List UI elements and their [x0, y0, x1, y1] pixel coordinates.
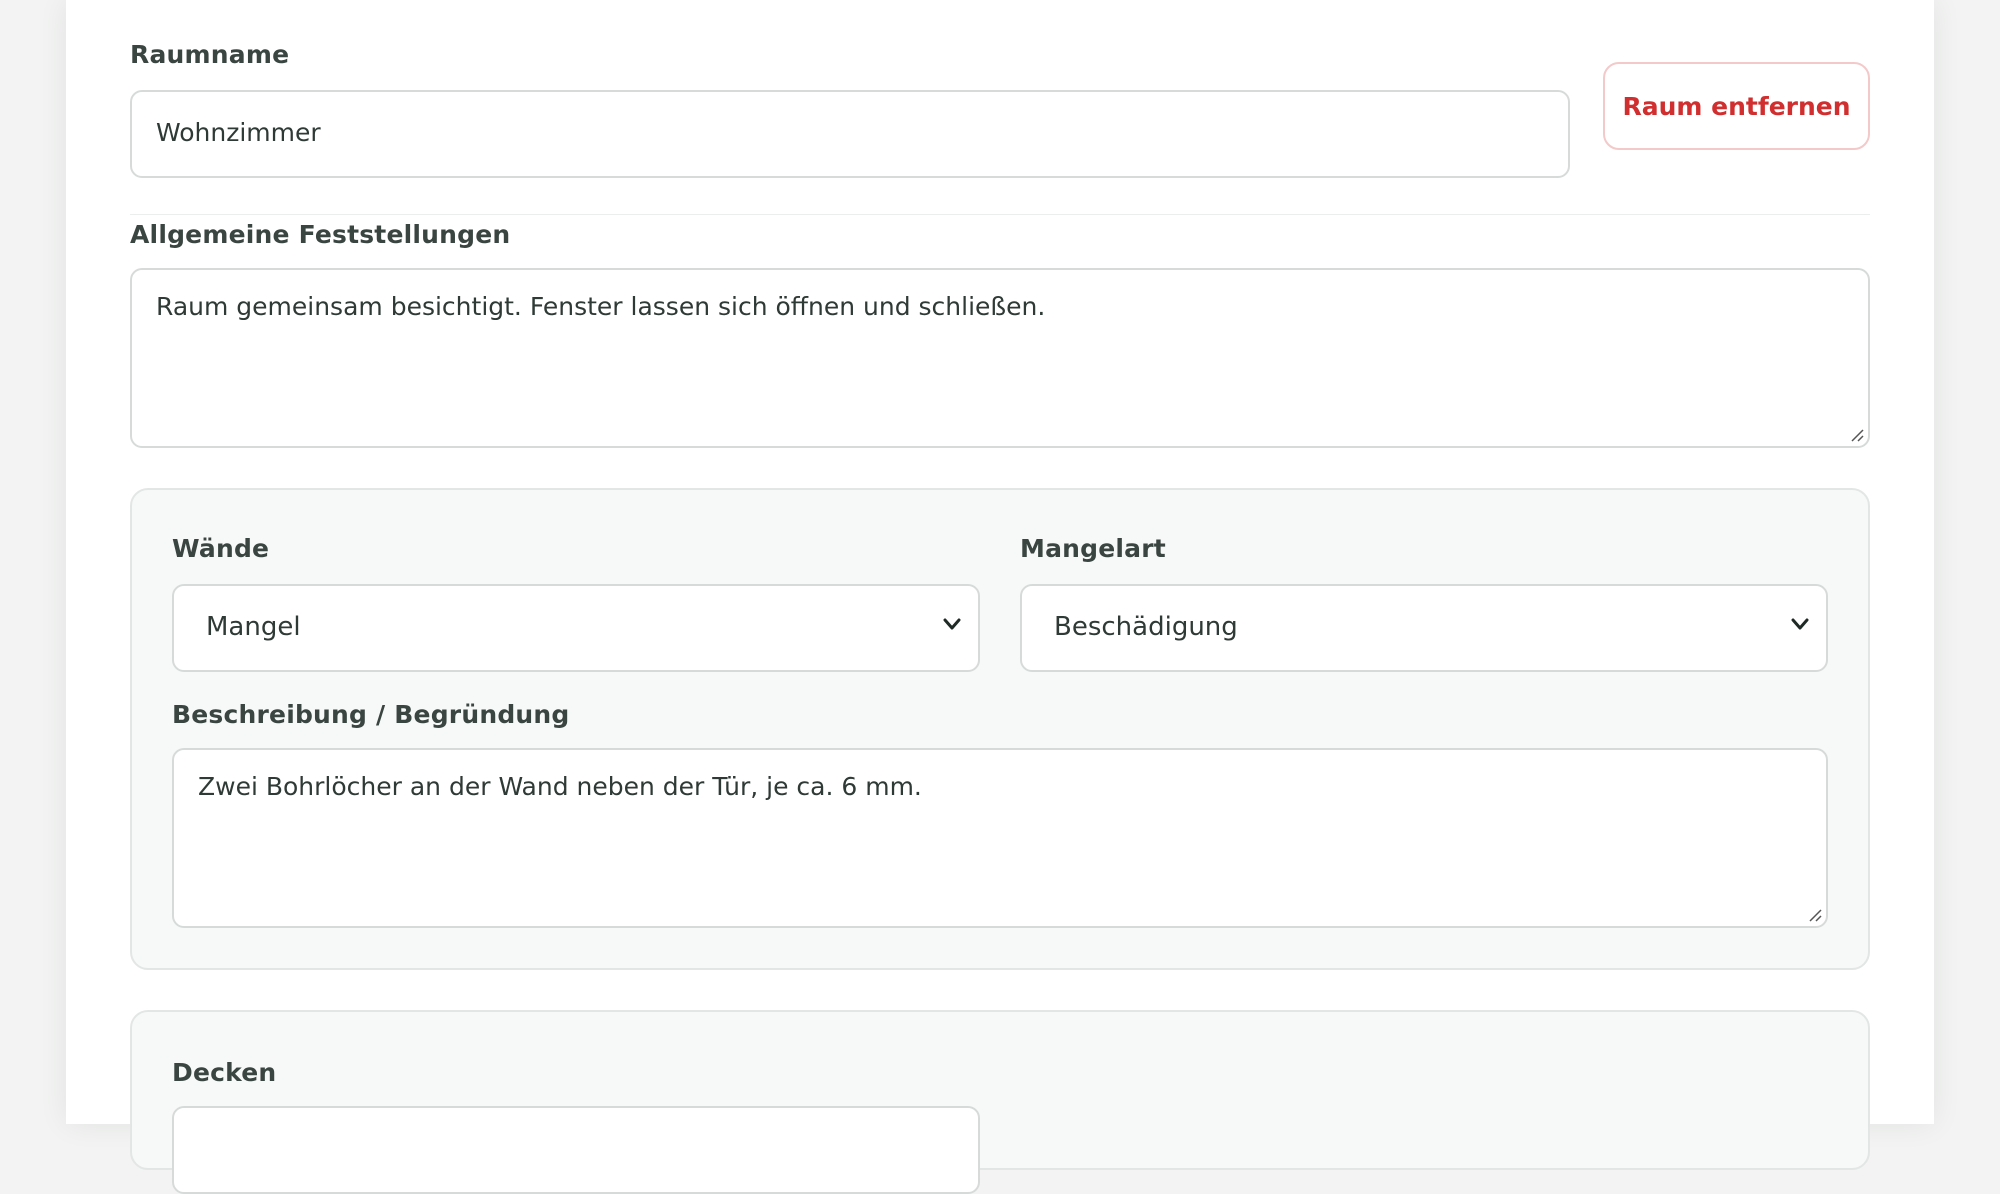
chevron-down-icon — [943, 618, 961, 630]
defect-type-value: Beschädigung — [1054, 612, 1238, 642]
general-findings-textarea[interactable]: Raum gemeinsam besichtigt. Fenster lasse… — [130, 268, 1870, 448]
walls-label: Wände — [172, 534, 270, 563]
general-findings-label: Allgemeine Feststellungen — [130, 220, 511, 249]
room-name-input[interactable]: Wohnzimmer — [130, 90, 1570, 178]
ceilings-label: Decken — [172, 1058, 277, 1087]
general-findings-value: Raum gemeinsam besichtigt. Fenster lasse… — [156, 292, 1046, 321]
room-name-value: Wohnzimmer — [156, 118, 321, 147]
chevron-down-icon — [1791, 618, 1809, 630]
walls-status-value: Mangel — [206, 612, 301, 642]
description-textarea[interactable]: Zwei Bohrlöcher an der Wand neben der Tü… — [172, 748, 1828, 928]
defect-type-label: Mangelart — [1020, 534, 1166, 563]
description-label: Beschreibung / Begründung — [172, 700, 570, 729]
walls-status-select[interactable]: Mangel — [172, 584, 980, 672]
description-value: Zwei Bohrlöcher an der Wand neben der Tü… — [198, 772, 922, 801]
section-divider — [130, 214, 1870, 215]
remove-room-button[interactable]: Raum entfernen — [1603, 62, 1870, 150]
ceilings-status-select[interactable] — [172, 1106, 980, 1194]
resize-handle-icon[interactable] — [1848, 426, 1864, 442]
resize-handle-icon[interactable] — [1806, 906, 1822, 922]
room-name-label: Raumname — [130, 40, 290, 69]
defect-type-select[interactable]: Beschädigung — [1020, 584, 1828, 672]
